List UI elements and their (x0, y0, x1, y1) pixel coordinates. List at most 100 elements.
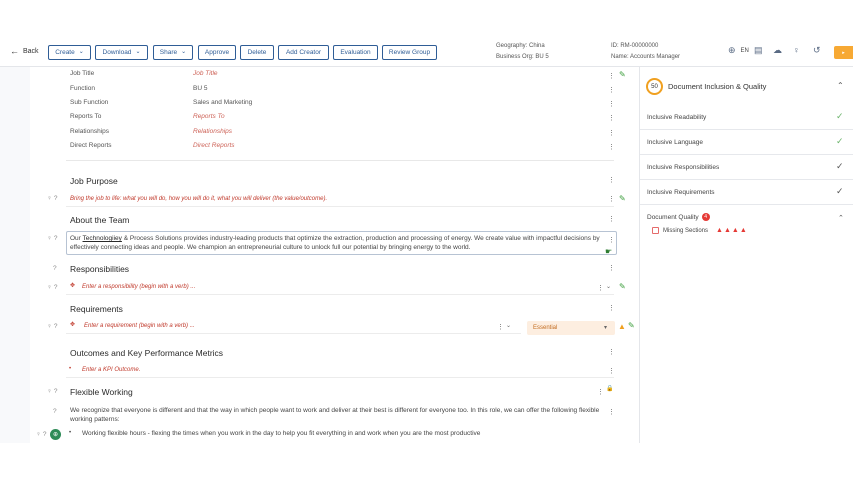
delete-button[interactable]: Delete (240, 45, 274, 60)
more-options-icon[interactable]: ⋮ (608, 144, 615, 151)
detail-value[interactable]: Reports To (193, 113, 225, 120)
evaluation-button[interactable]: Evaluation (333, 45, 378, 60)
more-options-icon[interactable]: ⋮ (497, 324, 504, 331)
outcome-field[interactable] (66, 364, 614, 378)
help-icon[interactable]: ? (54, 195, 58, 202)
panel-item-inclusive-requirements[interactable]: Inclusive Requirements ✓ (640, 180, 853, 205)
detail-value[interactable]: Sales and Marketing (193, 99, 252, 106)
magic-wand-icon[interactable]: ✎ (619, 194, 626, 203)
help-icon[interactable]: ? (53, 408, 57, 415)
create-button[interactable]: Create ⌄ (48, 45, 91, 60)
collapse-icon[interactable]: ⌃ (837, 81, 844, 90)
warning-icon[interactable]: ▲ (618, 322, 626, 331)
panel-item-inclusive-responsibilities[interactable]: Inclusive Responsibilities ✓ (640, 155, 853, 180)
help-icon[interactable]: ? (43, 431, 47, 438)
cloud-upload-button[interactable]: ☁ (773, 45, 782, 56)
magic-wand-icon[interactable]: ✎ (619, 70, 626, 79)
more-options-icon[interactable]: ⋮ (608, 305, 615, 312)
lightbulb-icon[interactable]: ♀ (47, 195, 52, 202)
help-icon[interactable]: ? (54, 388, 58, 395)
download-button[interactable]: Download ⌄ (95, 45, 148, 60)
job-purpose-heading: Job Purpose (70, 176, 118, 186)
detail-label: Reports To (70, 113, 102, 120)
lightbulb-icon: ♀ (793, 45, 800, 55)
help-icon[interactable]: ? (54, 323, 58, 330)
history-icon: ↺ (813, 45, 821, 55)
more-options-icon[interactable]: ⋮ (608, 87, 615, 94)
create-label: Create (55, 49, 75, 56)
review-group-button[interactable]: Review Group (382, 45, 437, 60)
more-options-icon[interactable]: ⋮ (608, 177, 615, 184)
spelling-flag[interactable]: Technologiiey (83, 235, 122, 242)
add-creator-button[interactable]: Add Creator (278, 45, 329, 60)
lightbulb-icon[interactable]: ♀ (47, 323, 52, 330)
document-editor: Job Title Job Title Function BU 5 Sub Fu… (0, 67, 640, 443)
chevron-down-icon: ⌄ (135, 49, 141, 55)
detail-value[interactable]: BU 5 (193, 85, 207, 92)
language-selector[interactable]: ⊕ EN (728, 45, 749, 56)
panel-item-inclusive-readability[interactable]: Inclusive Readability ✓ (640, 105, 853, 130)
settings-doc-button[interactable]: ▤ (754, 45, 763, 56)
chevron-down-icon[interactable]: ⌄ (606, 283, 611, 290)
missing-sections-item[interactable]: Missing Sections ▲▲▲▲ (652, 227, 748, 234)
approve-button[interactable]: Approve (198, 45, 236, 60)
lightbulb-icon[interactable]: ♀ (47, 388, 52, 395)
help-icon[interactable]: ? (53, 265, 57, 272)
chevron-down-icon[interactable]: ⌄ (506, 322, 511, 329)
flexible-working-text[interactable]: We recognize that everyone is different … (70, 406, 600, 424)
more-options-icon[interactable]: ⋮ (597, 285, 604, 292)
chevron-up-icon[interactable]: ⌃ (838, 214, 844, 222)
magic-wand-icon[interactable]: ✎ (619, 282, 626, 291)
lightbulb-icon[interactable]: ♀ (47, 235, 52, 242)
document-quality-label: Document Quality (647, 213, 699, 221)
panel-item-label: Inclusive Language (647, 139, 704, 146)
more-options-icon[interactable]: ⋮ (608, 196, 615, 203)
tips-button[interactable]: ♀ (793, 45, 800, 55)
requirement-placeholder[interactable]: Enter a requirement (begin with a verb) … (84, 323, 195, 329)
add-item-icon[interactable]: ⊕ (50, 429, 61, 440)
job-purpose-placeholder[interactable]: Bring the job to life: what you will do,… (70, 196, 327, 202)
detail-value[interactable]: Job Title (193, 70, 218, 77)
more-options-icon[interactable]: ⋮ (608, 237, 615, 244)
help-icon[interactable]: ? (54, 235, 58, 242)
bullet-icon: • (69, 430, 72, 436)
requirement-type-select[interactable]: Essential ▾ (527, 321, 615, 335)
row-tools: ♀ ? (47, 388, 58, 395)
more-options-icon[interactable]: ⋮ (608, 409, 615, 416)
detail-value[interactable]: Relationships (193, 128, 232, 135)
detail-value[interactable]: Direct Reports (193, 142, 235, 149)
lightbulb-icon[interactable]: ♀ (36, 431, 41, 438)
check-icon: ✓ (836, 161, 844, 171)
more-options-icon[interactable]: ⋮ (608, 216, 615, 223)
check-icon: ✓ (836, 186, 844, 196)
more-options-icon[interactable]: ⋮ (597, 389, 604, 396)
drag-handle-icon[interactable]: ✥ (70, 321, 75, 328)
back-button[interactable]: ← Back (10, 47, 39, 56)
help-tab[interactable]: ▸ (834, 46, 853, 59)
more-options-icon[interactable]: ⋮ (608, 368, 615, 375)
share-button[interactable]: Share ⌄ (153, 45, 193, 60)
more-options-icon[interactable]: ⋮ (608, 115, 615, 122)
more-options-icon[interactable]: ⋮ (608, 73, 615, 80)
flexible-working-bullet[interactable]: Working flexible hours - flexing the tim… (82, 429, 582, 438)
help-icon[interactable]: ? (54, 284, 58, 291)
doc-name-text: Name: Accounts Manager (611, 54, 681, 60)
magic-wand-icon[interactable]: ✎ (628, 321, 635, 330)
history-button[interactable]: ↺ (813, 45, 821, 56)
panel-item-label: Inclusive Requirements (647, 189, 715, 196)
about-team-text[interactable]: Our Technologiiey & Process Solutions pr… (70, 234, 600, 252)
document-quality-header[interactable]: Document Quality 4 (647, 213, 710, 221)
more-options-icon[interactable]: ⋮ (608, 130, 615, 137)
panel-item-inclusive-language[interactable]: Inclusive Language ✓ (640, 130, 853, 155)
outcome-placeholder[interactable]: Enter a KPI Outcome. (82, 367, 140, 373)
lightbulb-icon[interactable]: ♀ (47, 284, 52, 291)
responsibility-placeholder[interactable]: Enter a responsibility (begin with a ver… (82, 284, 195, 290)
missing-sections-checkbox[interactable] (652, 227, 659, 234)
review-group-label: Review Group (388, 49, 431, 56)
more-options-icon[interactable]: ⋮ (608, 265, 615, 272)
more-options-icon[interactable]: ⋮ (608, 101, 615, 108)
doc-id-text: ID: RM-00000000 (611, 43, 659, 49)
drag-handle-icon[interactable]: ✥ (70, 282, 75, 289)
quality-issue-badge: 4 (701, 213, 710, 221)
more-options-icon[interactable]: ⋮ (608, 349, 615, 356)
